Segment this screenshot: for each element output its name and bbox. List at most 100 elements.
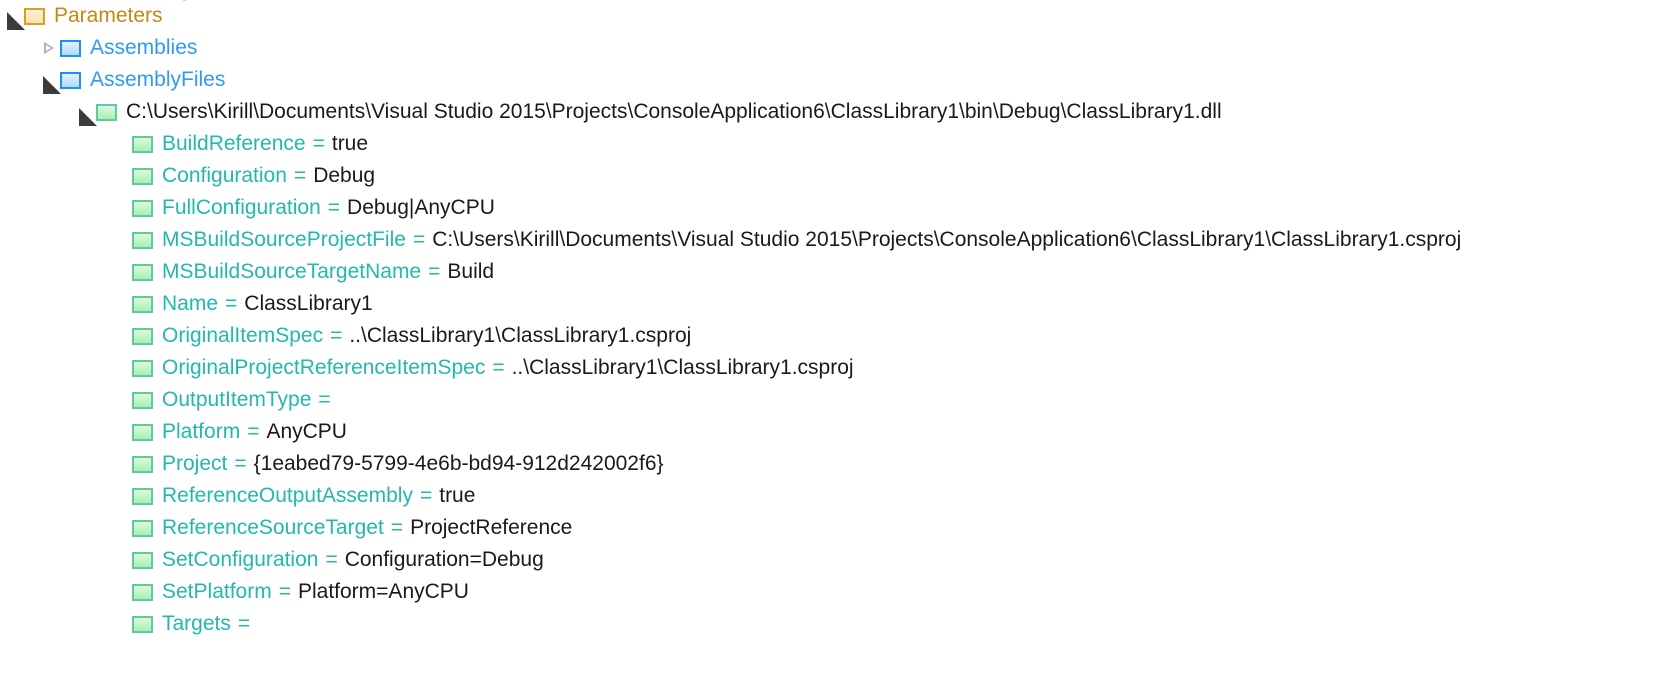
tree-row-label: MSBuildSourceTargetName [162, 260, 422, 283]
metadata-icon [132, 263, 153, 281]
tree-row-value: ..\ClassLibrary1\ClassLibrary1.csproj [349, 324, 692, 347]
tree-row[interactable]: Project = {1eabed79-5799-4e6b-bd94-912d242… [0, 448, 1671, 480]
tree-row-label: Assemblies [90, 36, 198, 59]
equals-sign: = [234, 452, 247, 475]
metadata-icon [132, 359, 153, 377]
tree-row-label: C:\Users\Kirill\Documents\Visual Studio … [126, 100, 1222, 123]
item-list-icon [60, 39, 81, 57]
expander-placeholder [110, 320, 132, 352]
metadata-icon [132, 199, 153, 217]
expander-placeholder [110, 576, 132, 608]
tree-row-label: BuildReference [162, 132, 306, 155]
expander-expanded-icon[interactable] [74, 96, 97, 128]
metadata-icon [132, 231, 153, 249]
equals-sign: = [278, 580, 291, 603]
tree-row-value: true [331, 132, 369, 155]
tree-row-label: SetPlatform [162, 580, 272, 603]
parameters-folder-icon [24, 7, 45, 25]
tree-row[interactable]: ReferenceSourceTarget = ProjectReference [0, 512, 1671, 544]
tree-row[interactable]: MSBuildSourceProjectFile = C:\Users\Kirill… [0, 224, 1671, 256]
tree-row-value: {1eabed79-5799-4e6b-bd94-912d242002f6} [253, 452, 664, 475]
tree-row-value: Debug|AnyCPU [347, 196, 495, 219]
tree-row-value: AnyCPU [266, 420, 347, 443]
expander-placeholder [110, 288, 132, 320]
equals-sign: = [325, 548, 338, 571]
tree-row-value: ..\ClassLibrary1\ClassLibrary1.csproj [511, 356, 854, 379]
tree-row-label: ReferenceSourceTarget [162, 516, 384, 539]
tree-row[interactable]: SetPlatform = Platform=AnyCPU [0, 576, 1671, 608]
tree-row[interactable]: BuildReference = true [0, 128, 1671, 160]
equals-sign: = [428, 260, 441, 283]
tree-row[interactable]: Assemblies [0, 32, 1671, 64]
metadata-icon [132, 135, 153, 153]
tree-row-label: OutputItemType [162, 388, 312, 411]
equals-sign: = [419, 484, 433, 507]
tree-row[interactable]: Targets = [0, 608, 1671, 640]
metadata-icon [132, 327, 153, 345]
metadata-icon [132, 167, 153, 185]
tree-row-label: FullConfiguration [162, 196, 321, 219]
expander-placeholder [110, 608, 132, 640]
equals-sign: = [225, 292, 238, 315]
tree-row[interactable]: ReferenceOutputAssembly = true [0, 480, 1671, 512]
metadata-icon [132, 615, 153, 633]
expander-placeholder [110, 544, 132, 576]
tree-row-value: Configuration=Debug [344, 548, 544, 571]
tree-row[interactable]: FullConfiguration = Debug|AnyCPU [0, 192, 1671, 224]
tree-row-value: C:\Users\Kirill\Documents\Visual Studio … [432, 228, 1462, 251]
tree-row[interactable]: OriginalProjectReferenceItemSpec = ..\Clas… [0, 352, 1671, 384]
equals-sign: = [330, 324, 343, 347]
expander-placeholder [110, 352, 132, 384]
metadata-icon [132, 519, 153, 537]
metadata-icon [132, 295, 153, 313]
expander-placeholder [110, 192, 132, 224]
tree-row-label: Platform [162, 420, 241, 443]
metadata-icon [132, 551, 153, 569]
equals-sign: = [318, 388, 331, 411]
tree-row-label: Targets [162, 612, 231, 635]
metadata-icon [132, 455, 153, 473]
tree-row-label: MSBuildSourceProjectFile [162, 228, 406, 251]
tree-row[interactable]: MSBuildSourceTargetName = Build [0, 256, 1671, 288]
equals-sign: = [293, 164, 307, 187]
expander-placeholder [110, 256, 132, 288]
tree-row-label: Name [162, 292, 219, 315]
metadata-icon [132, 391, 153, 409]
metadata-icon [132, 487, 153, 505]
expander-placeholder [110, 480, 132, 512]
metadata-icon [132, 423, 153, 441]
tree-row[interactable]: C:\Users\Kirill\Documents\Visual Studio … [0, 96, 1671, 128]
expander-placeholder [110, 160, 132, 192]
expander-placeholder [110, 128, 132, 160]
tree-row-label: Project [162, 452, 228, 475]
tree-row-value: ProjectReference [410, 516, 573, 539]
item-icon [96, 103, 117, 121]
tree-row-value: Build [447, 260, 495, 283]
tree-row-label: OriginalProjectReferenceItemSpec [162, 356, 486, 379]
equals-sign: = [247, 420, 260, 443]
equals-sign: = [492, 356, 505, 379]
tree-row[interactable]: OutputItemType = [0, 384, 1671, 416]
tree-row[interactable]: OriginalItemSpec = ..\ClassLibrary1\ClassL… [0, 320, 1671, 352]
tree-row-label: AssemblyFiles [90, 68, 226, 91]
tree-row-value: Debug [313, 164, 376, 187]
expander-placeholder [110, 512, 132, 544]
tree-row-value: ClassLibrary1 [244, 292, 373, 315]
expander-collapsed-icon[interactable] [38, 32, 60, 64]
expander-placeholder [110, 448, 132, 480]
equals-sign: = [390, 516, 404, 539]
tree-row-label: Parameters [54, 4, 163, 27]
tree-row-value: Platform=AnyCPU [297, 580, 469, 603]
expander-placeholder [110, 416, 132, 448]
tree-row[interactable]: Name = ClassLibrary1 [0, 288, 1671, 320]
tree-row[interactable]: Platform = AnyCPU [0, 416, 1671, 448]
tree-row[interactable]: Parameters [0, 0, 1671, 32]
tree-view[interactable]: Assembly ParametersAssembliesAssemblyFil… [0, 0, 1671, 684]
item-list-icon [60, 71, 81, 89]
tree-row[interactable]: SetConfiguration = Configuration=Debug [0, 544, 1671, 576]
expander-expanded-icon[interactable] [38, 64, 61, 96]
tree-row[interactable]: Configuration = Debug [0, 160, 1671, 192]
expander-expanded-icon[interactable] [2, 0, 25, 32]
equals-sign: = [312, 132, 325, 155]
tree-row[interactable]: AssemblyFiles [0, 64, 1671, 96]
